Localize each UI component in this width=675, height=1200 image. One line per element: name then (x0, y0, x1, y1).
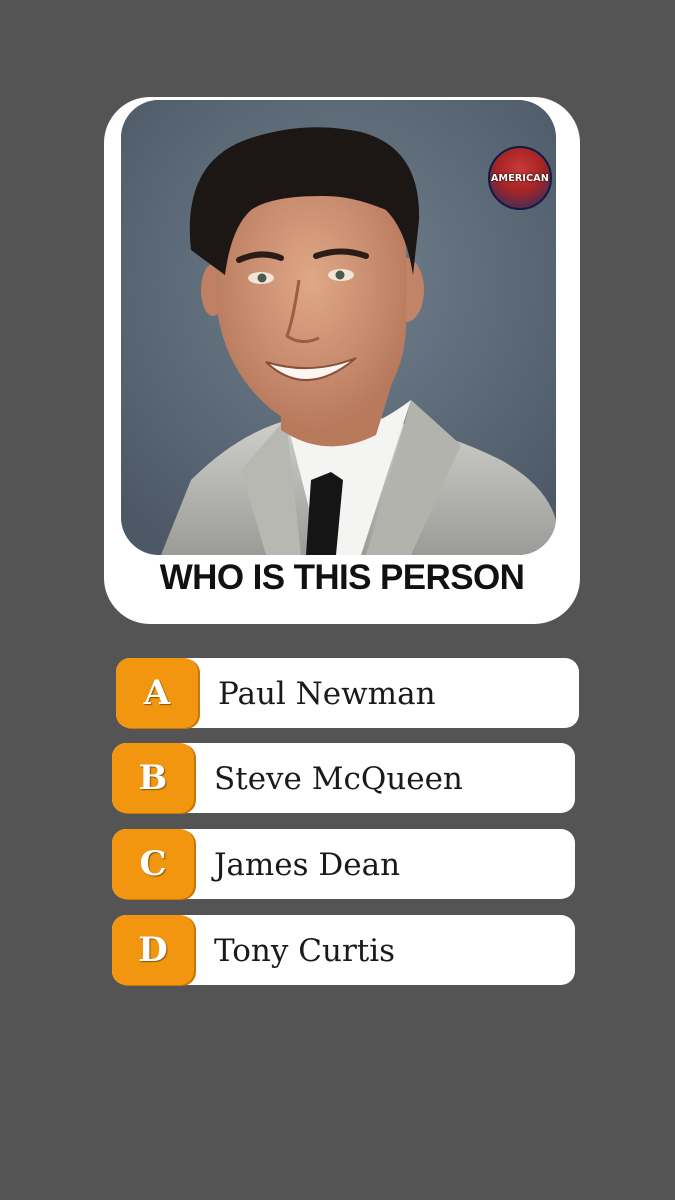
portrait-photo: AMERICAN (121, 100, 556, 555)
american-iq-logo: AMERICAN (488, 146, 552, 210)
option-d-letter: D (112, 915, 194, 985)
option-b-label: Steve McQueen (214, 761, 463, 797)
option-c-label: James Dean (214, 847, 401, 883)
option-a-label: Paul Newman (218, 676, 436, 712)
option-d[interactable]: D Tony Curtis (112, 915, 575, 985)
badge-text: AMERICAN (490, 172, 550, 184)
question-title: WHO IS THIS PERSON (159, 558, 525, 597)
option-d-label: Tony Curtis (214, 933, 396, 969)
option-b[interactable]: B Steve McQueen (112, 743, 575, 813)
option-a[interactable]: A Paul Newman (116, 658, 579, 728)
option-a-letter: A (116, 658, 198, 728)
option-b-letter: B (112, 743, 194, 813)
option-c[interactable]: C James Dean (112, 829, 575, 899)
option-c-letter: C (112, 829, 194, 899)
